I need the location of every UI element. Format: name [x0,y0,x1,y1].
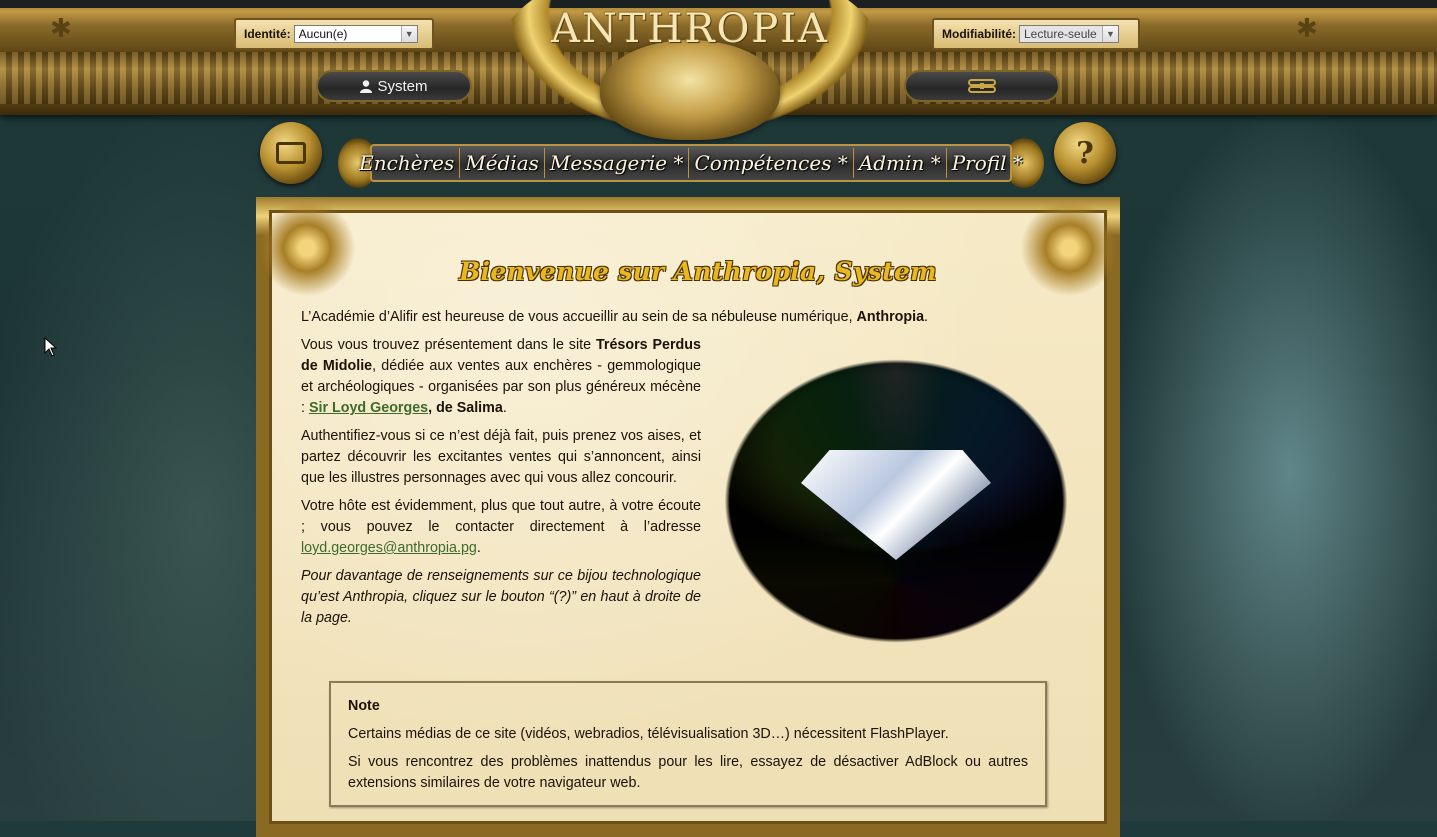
diamond-image [723,358,1069,644]
nav-item-admin[interactable]: Admin * [854,148,947,178]
link-icon [968,79,996,93]
nav-bar: Enchères Médias Messagerie * Compétences… [359,144,1023,182]
chevron-down-icon: ▼ [400,26,417,42]
help-button[interactable]: ? [1054,122,1116,184]
identity-select-value: Aucun(e) [298,27,348,41]
logo-medallion [600,40,780,140]
note-box: Note Certains médias de ce site (vidéos,… [329,681,1047,807]
email-link[interactable]: loyd.georges@anthropia.pg [301,540,477,556]
nav-item-medias[interactable]: Médias [460,148,545,178]
auth-paragraph: Authentifiez-vous si ce n’est déjà fait,… [301,428,701,486]
help-icon: ? [1076,135,1094,171]
link-button[interactable] [904,70,1060,102]
star-ornament-icon: ✱ [1296,14,1318,44]
corner-ornament [1014,193,1124,303]
user-name: System [377,77,428,95]
tv-button[interactable] [260,122,322,184]
modifiability-select-value: Lecture-seule [1024,27,1097,41]
contact-paragraph: Votre hôte est évidemment, plus que tout… [301,496,701,559]
modifiability-label: Modifiabilité: [942,27,1016,41]
p1-c: , de Salima [428,400,503,416]
site-paragraph: Vous vous trouvez présentement dans le s… [301,335,701,419]
p3-b: . [476,540,481,556]
help-paragraph: Pour davantage de renseignements sur ce … [301,568,701,626]
site-logo[interactable]: ANTHROPIA [470,0,910,140]
main-nav: Enchères Médias Messagerie * Compétences… [338,138,1044,188]
welcome-title: Bienvenue sur Anthropia, System [459,256,937,286]
intro-text: L’Académie d’Alifir est heureuse de vous… [301,309,857,325]
patron-link[interactable]: Sir Loyd Georges [309,400,428,416]
parchment: Bienvenue sur Anthropia, System L’Académ… [252,193,1124,824]
nav-item-profil[interactable]: Profil * [947,148,1028,178]
note-line-2: Si vous rencontrez des problèmes inatten… [348,754,1028,791]
intro-paragraph: L’Académie d’Alifir est heureuse de vous… [301,307,1101,335]
nav-item-encheres[interactable]: Enchères [354,148,461,178]
nav-item-competences[interactable]: Compétences * [689,148,854,178]
star-ornament-icon: ✱ [50,14,72,44]
user-button[interactable]: System [316,70,472,102]
corner-ornament [252,193,362,303]
p3-a: Votre hôte est évidemment, plus que tout… [301,498,701,535]
note-title: Note [348,698,380,714]
p1-d: . [502,400,507,416]
chevron-down-icon: ▼ [1102,26,1118,42]
identity-label: Identité: [244,27,291,41]
note-line-1: Certains médias de ce site (vidéos, webr… [348,726,949,742]
modifiability-select[interactable]: Lecture-seule ▼ [1019,25,1119,43]
main-panel: Bienvenue sur Anthropia, System L’Académ… [252,193,1124,837]
intro-bold: Anthropia [856,309,925,325]
logo-text: ANTHROPIA [551,6,829,52]
tv-icon [276,142,306,164]
nav-item-messagerie[interactable]: Messagerie * [545,148,690,178]
identity-selector: Identité: Aucun(e) ▼ [234,18,434,50]
left-column: Vous vous trouvez présentement dans le s… [301,335,701,636]
p1-a: Vous vous trouvez présentement dans le s… [301,337,596,353]
intro-end: . [924,309,929,325]
modifiability-selector: Modifiabilité: Lecture-seule ▼ [932,18,1140,50]
user-icon [360,79,373,93]
identity-select[interactable]: Aucun(e) ▼ [293,25,418,43]
welcome-banner: Bienvenue sur Anthropia, System [458,249,938,293]
